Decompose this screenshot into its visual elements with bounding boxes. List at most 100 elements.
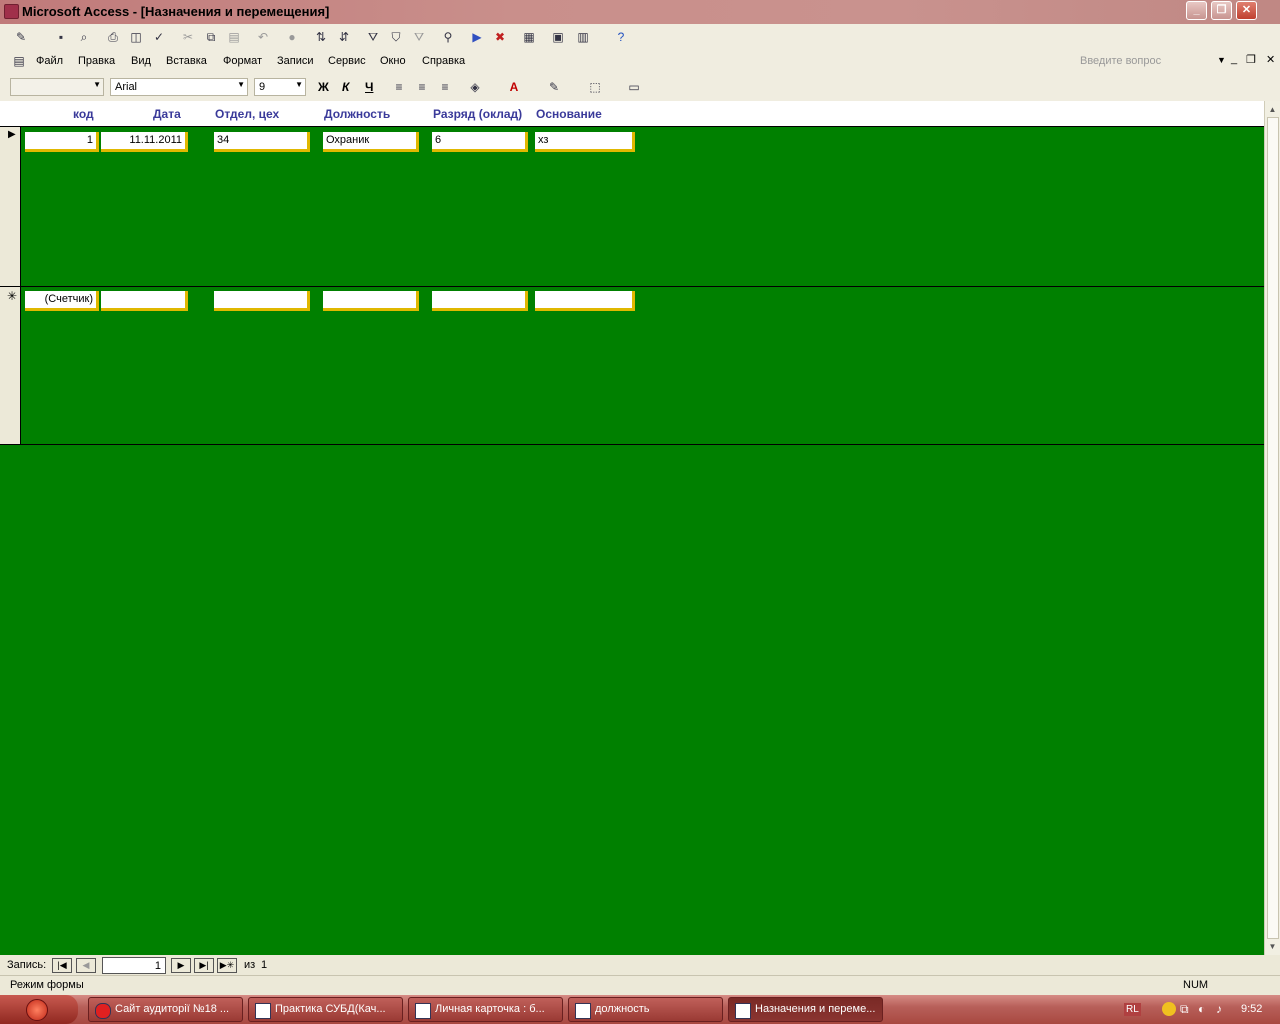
new-record-marker[interactable]: ✳ (7, 289, 17, 303)
first-record-button[interactable]: |◀ (52, 958, 72, 973)
font-size-combo[interactable]: 9 ▼ (254, 78, 306, 96)
field-osnovanie-new[interactable] (535, 291, 635, 311)
volume-icon[interactable]: ♪ (1216, 1002, 1222, 1016)
hyperlink-icon[interactable]: ● (283, 28, 301, 46)
previous-record-button[interactable]: ◀ (76, 958, 96, 973)
print-icon[interactable]: ⎙ (104, 28, 122, 46)
spelling-icon[interactable]: ✓ (150, 28, 168, 46)
align-left-icon[interactable]: ≡ (390, 78, 408, 96)
field-razryad-new[interactable] (432, 291, 528, 311)
border-width-icon[interactable]: ⬚ (586, 78, 604, 96)
special-effect-icon[interactable]: ▭ (625, 78, 643, 96)
cut-icon[interactable]: ✂ (179, 28, 197, 46)
form-window-icon (415, 1003, 431, 1019)
form-window-icon (575, 1003, 591, 1019)
search-file-icon[interactable]: ⌕ (75, 28, 93, 46)
network-icon[interactable]: ⧉ (1180, 1002, 1189, 1017)
find-icon[interactable]: ⚲ (439, 28, 457, 46)
field-kod-new[interactable]: (Счетчик) (25, 291, 99, 311)
database-window-icon[interactable]: ▣ (549, 28, 567, 46)
last-record-button[interactable]: ▶| (194, 958, 214, 973)
field-data[interactable]: 11.11.2011 (101, 132, 188, 152)
view-design-icon[interactable]: ✎ (12, 28, 30, 46)
column-header-razryad: Разряд (оклад) (433, 107, 523, 121)
italic-button[interactable]: К (342, 80, 349, 94)
field-osnovanie[interactable]: хз (535, 132, 635, 152)
new-object-icon[interactable]: ▥ (574, 28, 592, 46)
menu-records[interactable]: Записи (277, 55, 314, 67)
close-button[interactable]: ✕ (1236, 1, 1257, 20)
menu-view[interactable]: Вид (131, 55, 151, 67)
menu-file[interactable]: Файл (36, 55, 63, 67)
access-app-icon[interactable] (4, 4, 19, 19)
menu-insert[interactable]: Вставка (166, 55, 207, 67)
field-dolzhnost-new[interactable] (323, 291, 419, 311)
menu-help[interactable]: Справка (422, 55, 465, 67)
field-kod[interactable]: 1 (25, 132, 99, 152)
restore-button[interactable]: ❐ (1211, 1, 1232, 20)
taskbar-task-assignments[interactable]: Назначения и переме... (728, 997, 883, 1022)
scroll-up-icon[interactable]: ▲ (1265, 102, 1280, 117)
help-icon[interactable]: ? (612, 28, 630, 46)
menu-format[interactable]: Формат (223, 55, 262, 67)
properties-icon[interactable]: ▦ (520, 28, 538, 46)
doc-restore-button[interactable]: ❐ (1246, 53, 1256, 66)
current-record-marker[interactable]: ▶ (8, 129, 16, 140)
apply-filter-icon[interactable]: ⛛ (410, 28, 428, 46)
next-record-button[interactable]: ▶ (171, 958, 191, 973)
filter-form-icon[interactable]: ⛉ (387, 28, 405, 46)
record-number-input[interactable]: 1 (102, 957, 166, 974)
sort-descending-icon[interactable]: ⇵ (335, 28, 353, 46)
object-combo[interactable]: ▼ (10, 78, 104, 96)
print-preview-icon[interactable]: ◫ (127, 28, 145, 46)
standard-toolbar: ✎ ▪ ⌕ ⎙ ◫ ✓ ✂ ⧉ ▤ ↶ ● ⇅ ⇵ ⛛ ⛉ ⛛ ⚲ ▶ ✖ ▦ … (0, 24, 1280, 50)
scroll-down-icon[interactable]: ▼ (1265, 939, 1280, 954)
help-dropdown-icon[interactable]: ▼ (1217, 55, 1226, 65)
filter-selection-icon[interactable]: ⛛ (364, 28, 382, 46)
font-combo[interactable]: Arial ▼ (110, 78, 248, 96)
vertical-scrollbar[interactable]: ▲ ▼ (1264, 101, 1280, 955)
column-header-dolzhnost: Должность (324, 107, 391, 121)
field-data-new[interactable] (101, 291, 188, 311)
status-mode: Режим формы (10, 979, 84, 991)
save-icon[interactable]: ▪ (52, 28, 70, 46)
help-question-box[interactable]: Введите вопрос (1080, 55, 1161, 67)
taskbar-task-position[interactable]: должность (568, 997, 723, 1022)
scroll-thumb[interactable] (1267, 117, 1279, 939)
doc-minimize-button[interactable]: _ (1231, 53, 1237, 65)
taskbar-task-word[interactable]: Практика СУБД(Кач... (248, 997, 403, 1022)
tray-icon[interactable]: ◐ (1198, 1002, 1205, 1016)
field-razryad[interactable]: 6 (432, 132, 528, 152)
language-indicator[interactable]: RL (1124, 1003, 1141, 1016)
menu-edit[interactable]: Правка (78, 55, 115, 67)
fill-color-icon[interactable]: ◈ (466, 78, 484, 96)
copy-icon[interactable]: ⧉ (202, 28, 220, 46)
new-record-button[interactable]: ▶✳ (217, 958, 237, 973)
bold-button[interactable]: Ж (318, 80, 329, 94)
menu-window[interactable]: Окно (380, 55, 406, 67)
tray-app-icon[interactable] (1162, 1002, 1176, 1016)
align-center-icon[interactable]: ≡ (413, 78, 431, 96)
start-button[interactable] (0, 995, 78, 1024)
opera-icon (95, 1003, 111, 1019)
font-color-icon[interactable]: A (505, 78, 523, 96)
paste-icon[interactable]: ▤ (225, 28, 243, 46)
field-otdel[interactable]: 34 (214, 132, 310, 152)
menu-tools[interactable]: Сервис (328, 55, 366, 67)
field-dolzhnost[interactable]: Охраник (323, 132, 419, 152)
new-record-icon[interactable]: ▶ (468, 28, 486, 46)
clock[interactable]: 9:52 (1241, 1003, 1262, 1015)
sort-ascending-icon[interactable]: ⇅ (312, 28, 330, 46)
align-right-icon[interactable]: ≡ (436, 78, 454, 96)
field-otdel-new[interactable] (214, 291, 310, 311)
undo-icon[interactable]: ↶ (254, 28, 272, 46)
taskbar-task-card[interactable]: Личная карточка : б... (408, 997, 563, 1022)
taskbar-task-opera[interactable]: Сайт аудиторії №18 ... (88, 997, 243, 1022)
doc-close-button[interactable]: ✕ (1266, 53, 1275, 66)
line-color-icon[interactable]: ✎ (545, 78, 563, 96)
underline-button[interactable]: Ч (365, 80, 373, 94)
chevron-down-icon: ▼ (295, 80, 303, 89)
delete-record-icon[interactable]: ✖ (491, 28, 509, 46)
minimize-button[interactable]: _ (1186, 1, 1207, 20)
form-icon[interactable]: ▤ (10, 52, 28, 70)
